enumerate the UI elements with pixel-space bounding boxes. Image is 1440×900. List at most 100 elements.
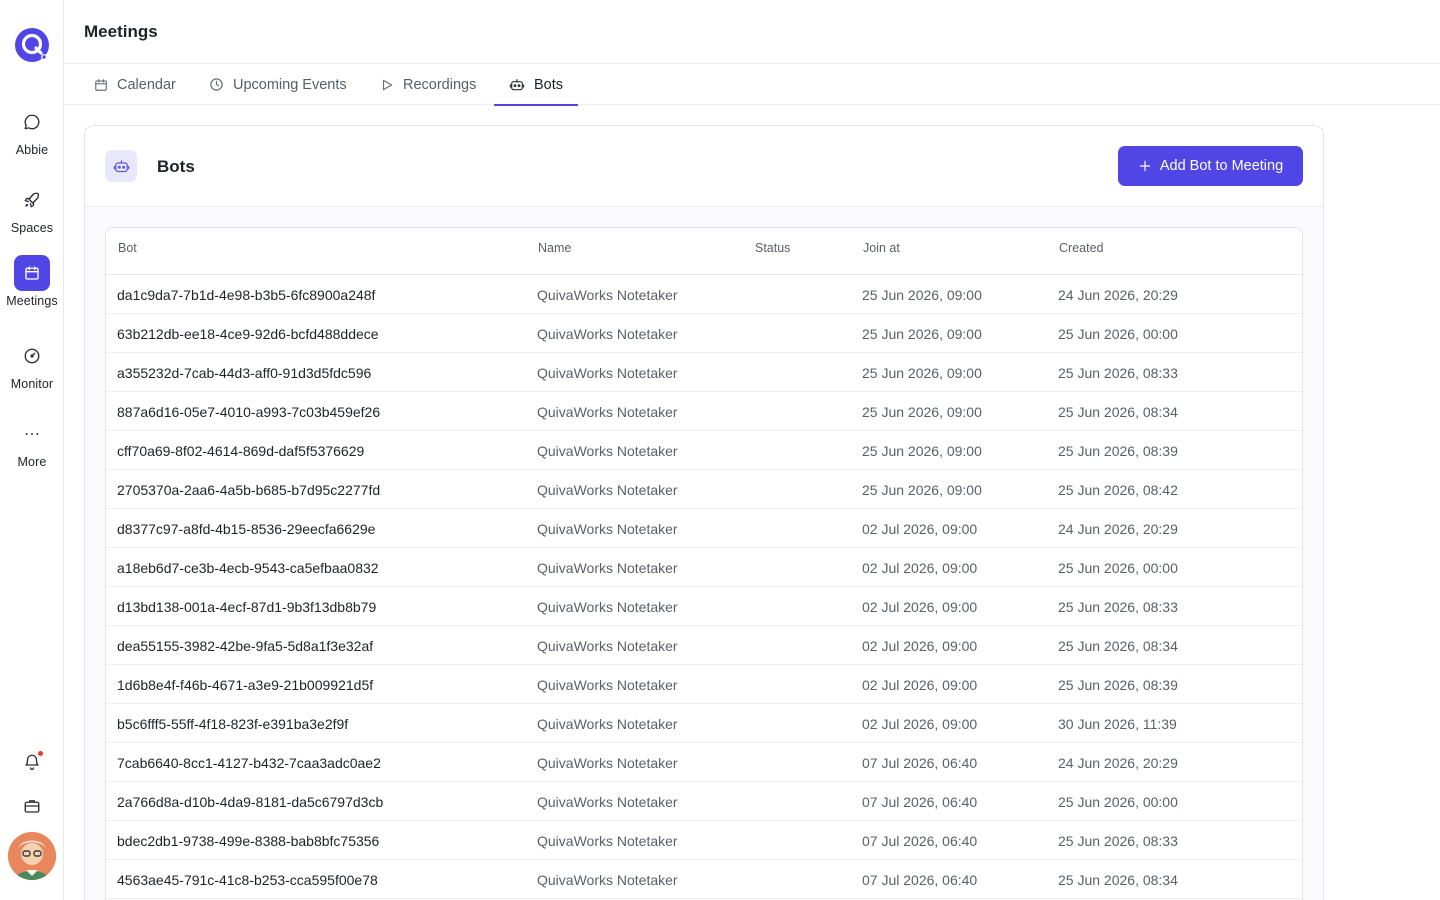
bot-name-cell: QuivaWorks Notetaker	[537, 560, 678, 576]
created-cell: 25 Jun 2026, 08:34	[1058, 404, 1178, 420]
join-at-cell: 25 Jun 2026, 09:00	[862, 404, 982, 420]
table-row[interactable]: 4563ae45-791c-41c8-b253-cca595f00e78 Quiv…	[106, 860, 1302, 899]
table-row[interactable]: 63b212db-ee18-4ce9-92d6-bcfd488ddece Quiv…	[106, 314, 1302, 353]
table-row[interactable]: 1d6b8e4f-f46b-4671-a3e9-21b009921d5f Quiv…	[106, 665, 1302, 704]
bot-name-cell: QuivaWorks Notetaker	[537, 326, 678, 342]
add-bot-to-meeting-button[interactable]: Add Bot to Meeting	[1118, 146, 1303, 186]
created-cell: 25 Jun 2026, 08:33	[1058, 599, 1178, 615]
bot-id-cell: d13bd138-001a-4ecf-87d1-9b3f13db8b79	[117, 599, 377, 615]
bot-name-cell: QuivaWorks Notetaker	[537, 716, 678, 732]
column-header-created[interactable]: Created	[1059, 241, 1103, 255]
quiva-logo[interactable]	[15, 28, 49, 62]
tab-label: Calendar	[117, 76, 176, 93]
sidebar-item-monitor[interactable]: Monitor	[0, 338, 64, 391]
tab-label: Bots	[534, 76, 564, 93]
bot-name-cell: QuivaWorks Notetaker	[537, 599, 678, 615]
tab-upcoming-events[interactable]: Upcoming Events	[194, 64, 362, 105]
bot-id-cell: a355232d-7cab-44d3-aff0-91d3d5fdc596	[117, 365, 372, 381]
table-row[interactable]: bdec2db1-9738-499e-8388-bab8bfc75356 Quiv…	[106, 821, 1302, 860]
bot-id-cell: 63b212db-ee18-4ce9-92d6-bcfd488ddece	[117, 326, 379, 342]
workspace-button[interactable]	[20, 794, 44, 818]
table-row[interactable]: cff70a69-8f02-4614-869d-daf5f5376629 Quiv…	[106, 431, 1302, 470]
page-header: Meetings	[64, 0, 1440, 64]
join-at-cell: 07 Jul 2026, 06:40	[862, 755, 978, 771]
join-at-cell: 07 Jul 2026, 06:40	[862, 872, 978, 888]
notification-dot	[38, 751, 43, 756]
join-at-cell: 25 Jun 2026, 09:00	[862, 365, 982, 381]
join-at-cell: 02 Jul 2026, 09:00	[862, 716, 978, 732]
created-cell: 25 Jun 2026, 08:34	[1058, 872, 1178, 888]
join-at-cell: 07 Jul 2026, 06:40	[862, 833, 978, 849]
bot-id-cell: dea55155-3982-42be-9fa5-5d8a1f3e32af	[117, 638, 374, 654]
tab-label: Upcoming Events	[233, 76, 347, 93]
avatar-illustration	[8, 832, 56, 880]
bots-card: Bots Add Bot to Meeting Bot Name Status …	[84, 125, 1324, 900]
table-row[interactable]: 7cab6640-8cc1-4127-b432-7caa3adc0ae2 Quiv…	[106, 743, 1302, 782]
briefcase-icon	[24, 800, 40, 813]
table-row[interactable]: 2a766d8a-d10b-4da9-8181-da5c6797d3cb Quiv…	[106, 782, 1302, 821]
play-icon	[382, 79, 393, 90]
user-avatar[interactable]	[8, 832, 56, 880]
column-header-name[interactable]: Name	[538, 241, 571, 255]
table-row[interactable]: 2705370a-2aa6-4a5b-b685-b7d95c2277fd Quiv…	[106, 470, 1302, 509]
created-cell: 25 Jun 2026, 00:00	[1058, 560, 1178, 576]
notifications-button[interactable]	[20, 750, 44, 774]
bot-id-cell: 7cab6640-8cc1-4127-b432-7caa3adc0ae2	[117, 755, 381, 771]
sidebar-item-abbie[interactable]: Abbie	[0, 104, 64, 157]
table-row[interactable]: dea55155-3982-42be-9fa5-5d8a1f3e32af Quiv…	[106, 626, 1302, 665]
bot-name-cell: QuivaWorks Notetaker	[537, 482, 678, 498]
sidebar-item-meetings[interactable]: Meetings	[0, 255, 64, 308]
sidebar-item-label: Spaces	[10, 221, 54, 235]
created-cell: 25 Jun 2026, 08:33	[1058, 365, 1178, 381]
join-at-cell: 07 Jul 2026, 06:40	[862, 794, 978, 810]
bot-id-cell: d8377c97-a8fd-4b15-8536-29eecfa6629e	[117, 521, 376, 537]
created-cell: 25 Jun 2026, 08:39	[1058, 443, 1178, 459]
join-at-cell: 02 Jul 2026, 09:00	[862, 560, 978, 576]
column-header-status[interactable]: Status	[755, 241, 790, 255]
column-header-bot[interactable]: Bot	[118, 241, 137, 255]
bot-name-cell: QuivaWorks Notetaker	[537, 872, 678, 888]
table-row[interactable]: b5c6fff5-55ff-4f18-823f-e391ba3e2f9f Quiv…	[106, 704, 1302, 743]
bot-id-cell: 2a766d8a-d10b-4da9-8181-da5c6797d3cb	[117, 794, 384, 810]
bot-name-cell: QuivaWorks Notetaker	[537, 794, 678, 810]
sidebar-item-label: More	[17, 455, 47, 469]
table-header: Bot Name Status Join at Created	[106, 228, 1302, 275]
tab-bots[interactable]: Bots	[494, 64, 579, 106]
bot-id-cell: 1d6b8e4f-f46b-4671-a3e9-21b009921d5f	[117, 677, 374, 693]
ellipsis-icon	[14, 416, 50, 452]
created-cell: 25 Jun 2026, 08:42	[1058, 482, 1178, 498]
bots-card-header: Bots Add Bot to Meeting	[85, 126, 1323, 207]
bot-name-cell: QuivaWorks Notetaker	[537, 287, 678, 303]
bot-id-cell: cff70a69-8f02-4614-869d-daf5f5376629	[117, 443, 365, 459]
table-row[interactable]: da1c9da7-7b1d-4e98-b3b5-6fc8900a248f Quiv…	[106, 275, 1302, 314]
bot-name-cell: QuivaWorks Notetaker	[537, 443, 678, 459]
bot-id-cell: da1c9da7-7b1d-4e98-b3b5-6fc8900a248f	[117, 287, 376, 303]
chat-bubble-icon	[14, 104, 50, 140]
app-root: Abbie Spaces Meetings Monitor More Meeti…	[0, 0, 1440, 900]
column-header-join-at[interactable]: Join at	[863, 241, 900, 255]
bots-card-title: Bots	[157, 157, 195, 176]
table-row[interactable]: d8377c97-a8fd-4b15-8536-29eecfa6629e Quiv…	[106, 509, 1302, 548]
sidebar-item-more[interactable]: More	[0, 416, 64, 469]
bot-id-cell: b5c6fff5-55ff-4f18-823f-e391ba3e2f9f	[117, 716, 349, 732]
sidebar: Abbie Spaces Meetings Monitor More	[0, 0, 64, 900]
bot-id-cell: bdec2db1-9738-499e-8388-bab8bfc75356	[117, 833, 380, 849]
table-row[interactable]: d13bd138-001a-4ecf-87d1-9b3f13db8b79 Quiv…	[106, 587, 1302, 626]
created-cell: 25 Jun 2026, 08:39	[1058, 677, 1178, 693]
bot-id-cell: 887a6d16-05e7-4010-a993-7c03b459ef26	[117, 404, 381, 420]
created-cell: 30 Jun 2026, 11:39	[1058, 716, 1177, 732]
table-row[interactable]: a18eb6d7-ce3b-4ecb-9543-ca5efbaa0832 Quiv…	[106, 548, 1302, 587]
sidebar-item-label: Meetings	[6, 294, 58, 308]
page-title: Meetings	[84, 22, 158, 41]
bot-id-cell: a18eb6d7-ce3b-4ecb-9543-ca5efbaa0832	[117, 560, 379, 576]
clock-icon	[210, 78, 223, 91]
robot-icon	[105, 150, 137, 182]
tab-recordings[interactable]: Recordings	[365, 64, 491, 105]
calendar-icon	[95, 78, 107, 91]
sidebar-item-spaces[interactable]: Spaces	[0, 182, 64, 235]
tab-calendar[interactable]: Calendar	[79, 64, 191, 105]
table-row[interactable]: a355232d-7cab-44d3-aff0-91d3d5fdc596 Quiv…	[106, 353, 1302, 392]
bots-table: Bot Name Status Join at Created da1c9da7…	[105, 227, 1303, 900]
bot-id-cell: 2705370a-2aa6-4a5b-b685-b7d95c2277fd	[117, 482, 381, 498]
table-row[interactable]: 887a6d16-05e7-4010-a993-7c03b459ef26 Quiv…	[106, 392, 1302, 431]
